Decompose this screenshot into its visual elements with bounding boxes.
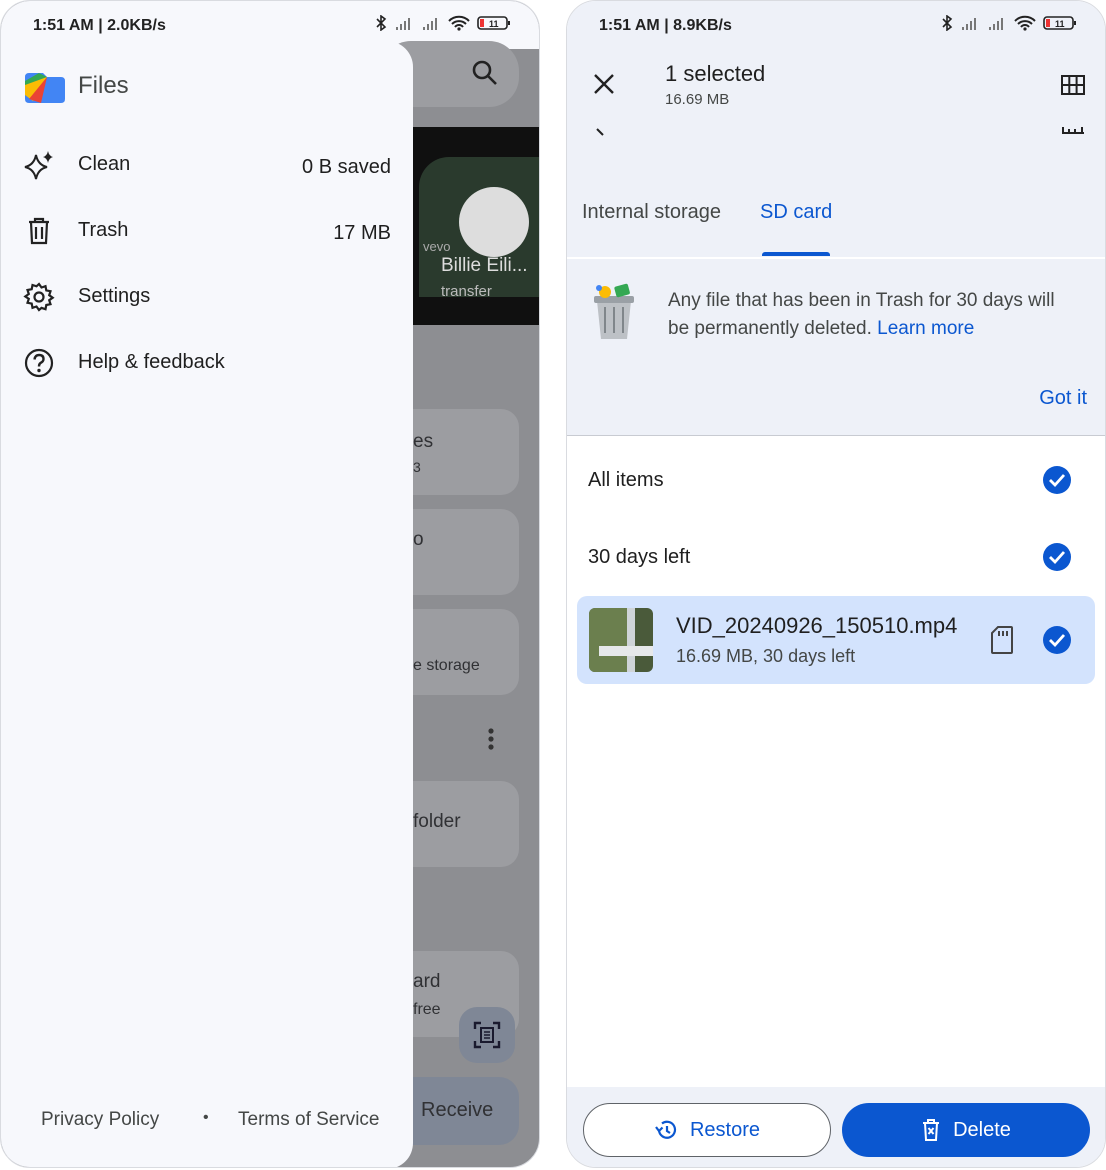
- gear-icon: [23, 282, 55, 312]
- status-icons: 11: [941, 15, 1077, 31]
- receive-label: Receive: [421, 1099, 494, 1121]
- thumbnail-foliage: [589, 608, 629, 672]
- all-items-label: All items: [588, 469, 664, 491]
- thumbnail-frame: [627, 608, 635, 672]
- app-name: Files: [78, 72, 129, 99]
- background-text: ard: [413, 971, 441, 992]
- video-subtitle: transfer: [441, 283, 492, 300]
- selection-title: 1 selected: [665, 61, 766, 86]
- tab-indicator: [762, 252, 830, 256]
- signal-icon: [396, 18, 410, 30]
- checked-circle-icon[interactable]: [1043, 543, 1071, 571]
- grid-view-icon[interactable]: [1061, 75, 1085, 95]
- bluetooth-icon: [942, 15, 953, 31]
- drawer-item-value: 0 B saved: [302, 156, 391, 178]
- files-logo: [25, 71, 65, 103]
- trash-notice: Any file that has been in Trash for 30 d…: [567, 259, 1105, 436]
- sparkle-icon: [24, 151, 53, 180]
- left-screen: 1:51 AM | 2.0KB/s 11 vevo Billie Eili...…: [0, 0, 540, 1168]
- drawer-item-label: Settings: [78, 285, 151, 307]
- more-vert-icon: [488, 728, 494, 750]
- signal-icon: [423, 18, 437, 30]
- right-screen: 1:51 AM | 8.9KB/s 11 1 selected 16.69 MB…: [566, 0, 1106, 1168]
- drawer-item-settings[interactable]: Settings: [1, 272, 413, 322]
- checked-circle-icon[interactable]: [1043, 626, 1071, 654]
- svg-text:11: 11: [1055, 19, 1065, 29]
- status-icons: 11: [375, 15, 511, 31]
- drawer-item-value: 17 MB: [333, 222, 391, 244]
- tab-sd-card[interactable]: SD card: [760, 201, 832, 224]
- sort-indicator-icon: [596, 128, 604, 136]
- restore-label: Restore: [689, 1118, 761, 1141]
- checked-circle-icon[interactable]: [1043, 466, 1071, 494]
- file-row[interactable]: VID_20240926_150510.mp4 16.69 MB, 30 day…: [577, 596, 1095, 684]
- document-scan-icon: [473, 1021, 501, 1049]
- drawer-item-clean[interactable]: Clean 0 B saved: [1, 140, 413, 190]
- battery-icon: 11: [477, 16, 510, 30]
- battery-icon: 11: [1043, 16, 1076, 30]
- trash-icon: [29, 217, 49, 245]
- delete-forever-icon: [923, 1119, 940, 1141]
- status-bar: 1:51 AM | 8.9KB/s 11: [567, 1, 1105, 49]
- background-text: e storage: [413, 657, 480, 674]
- background-text: es: [413, 431, 434, 452]
- notice-text: Any file that has been in Trash for 30 d…: [668, 287, 1078, 343]
- drawer-item-label: Trash: [78, 219, 129, 241]
- background-text: folder: [413, 811, 461, 832]
- trash-illustration-icon: [594, 283, 634, 339]
- signal-icon: [989, 18, 1003, 30]
- file-thumbnail: [589, 608, 653, 672]
- wifi-icon: [448, 15, 470, 31]
- all-items-row[interactable]: All items: [567, 445, 1105, 515]
- help-icon: [24, 348, 54, 378]
- signal-icon: [962, 18, 976, 30]
- bluetooth-icon: [376, 15, 387, 31]
- ruler-icon: [1062, 127, 1084, 134]
- footer-separator: •: [203, 1109, 209, 1126]
- files-logo-icon: [25, 73, 65, 103]
- svg-text:11: 11: [489, 19, 499, 29]
- notice-body: Any file that has been in Trash for 30 d…: [668, 290, 1055, 339]
- wifi-icon: [1014, 15, 1036, 31]
- thumbnail-figure: [459, 187, 529, 257]
- thumbnail-sill: [599, 646, 653, 656]
- video-brand: vevo: [423, 239, 451, 254]
- restore-icon: [655, 1120, 677, 1139]
- got-it-button[interactable]: Got it: [1039, 387, 1087, 410]
- drawer-item-help[interactable]: Help & feedback: [1, 338, 413, 388]
- group-label: 30 days left: [588, 546, 691, 568]
- video-title: Billie Eili...: [441, 255, 528, 276]
- group-row[interactable]: 30 days left: [567, 522, 1105, 592]
- background-text: free: [413, 1001, 441, 1018]
- selection-toolbar: 1 selected 16.69 MB: [567, 49, 1105, 257]
- file-name: VID_20240926_150510.mp4: [676, 613, 958, 638]
- file-meta: 16.69 MB, 30 days left: [676, 646, 856, 666]
- background-text: 3: [413, 459, 421, 475]
- close-icon[interactable]: [593, 73, 615, 95]
- drawer-item-trash[interactable]: Trash 17 MB: [1, 206, 413, 256]
- navigation-drawer: Files Clean 0 B saved Trash 17 MB Settin…: [1, 41, 413, 1167]
- drawer-item-label: Help & feedback: [78, 351, 225, 373]
- search-icon: [472, 60, 497, 85]
- tab-internal-storage[interactable]: Internal storage: [582, 201, 721, 224]
- status-time: 1:51 AM | 2.0KB/s: [33, 17, 166, 34]
- status-time: 1:51 AM | 8.9KB/s: [599, 17, 732, 34]
- privacy-policy-link[interactable]: Privacy Policy: [41, 1109, 159, 1131]
- delete-label: Delete: [953, 1118, 1011, 1141]
- delete-button[interactable]: Delete: [842, 1103, 1090, 1157]
- restore-button[interactable]: Restore: [583, 1103, 831, 1157]
- drawer-item-label: Clean: [78, 153, 131, 175]
- selection-size: 16.69 MB: [665, 91, 730, 108]
- learn-more-link[interactable]: Learn more: [877, 318, 974, 339]
- sd-card-icon: [991, 626, 1013, 654]
- scan-fab: [459, 1007, 515, 1063]
- terms-of-service-link[interactable]: Terms of Service: [238, 1109, 379, 1131]
- background-text: o: [413, 529, 424, 550]
